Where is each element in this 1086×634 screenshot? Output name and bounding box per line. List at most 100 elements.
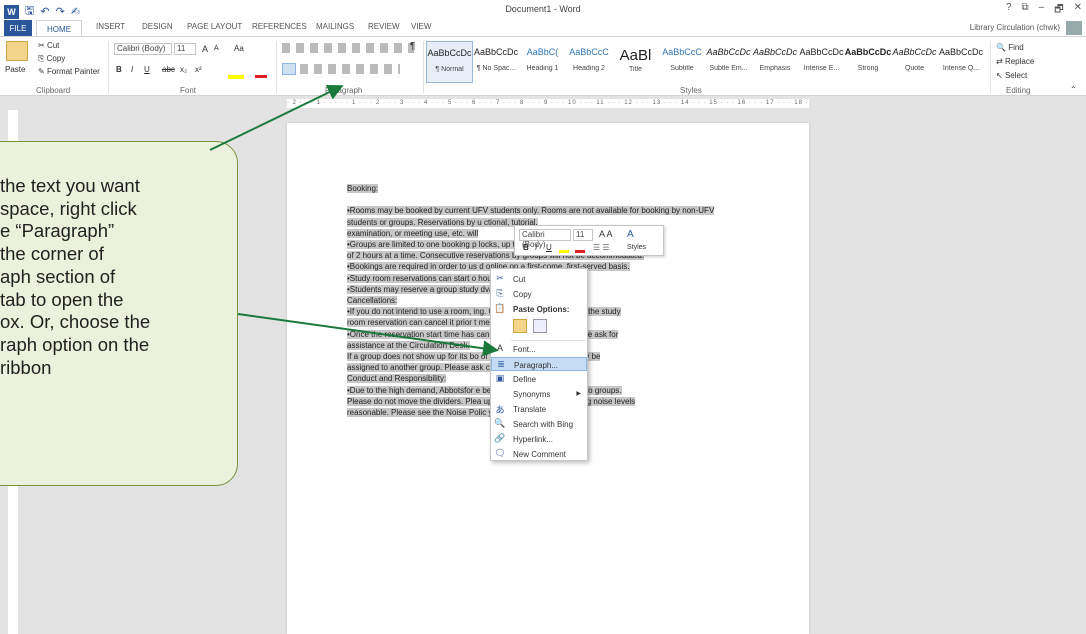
tab-home[interactable]: HOME	[36, 20, 82, 37]
mini-grow-font-button[interactable]: A A	[599, 229, 613, 239]
style-item[interactable]: AaBbCcC Subtitle	[659, 41, 706, 83]
style-item[interactable]: AaBbCcDc ¶ Normal	[426, 41, 473, 83]
keep-formatting-paste-icon[interactable]	[513, 319, 527, 333]
grow-font-button[interactable]: A	[202, 44, 208, 54]
tab-design[interactable]: DESIGN	[142, 22, 173, 31]
menu-item-search-with-bing[interactable]: 🔍 Search with Bing	[491, 417, 587, 431]
copy-button[interactable]: ⎘ Copy	[38, 54, 65, 64]
font-name-combo[interactable]: Calibri (Body)	[114, 43, 172, 55]
style-item[interactable]: AaBbCcDc Quote	[891, 41, 938, 83]
mini-italic-button[interactable]: I	[535, 243, 537, 252]
style-item[interactable]: AaBbC(Heading 1	[519, 41, 566, 83]
menu-item-font[interactable]: A Font...	[491, 342, 587, 356]
paragraph-group-label: Paragraph	[325, 86, 363, 95]
cut-button[interactable]: ✂ Cut	[38, 41, 59, 50]
paste-icon[interactable]	[6, 41, 28, 61]
replace-button[interactable]: ⇄ Replace	[996, 57, 1034, 66]
font-size-combo[interactable]: 11	[174, 43, 196, 55]
tab-view[interactable]: VIEW	[411, 22, 431, 31]
menu-item-define[interactable]: ▣ Define	[491, 372, 587, 386]
pilcrow-button[interactable]: ¶	[410, 41, 415, 52]
mini-size-combo[interactable]: 11	[573, 229, 593, 241]
menu-item-synonyms[interactable]: Synonyms ▶	[491, 387, 587, 401]
subscript-button[interactable]: x₂	[180, 65, 187, 74]
strikethrough-button[interactable]: abc	[162, 65, 175, 74]
mini-bullets-icon[interactable]: ☰ ☰	[593, 243, 610, 252]
superscript-button[interactable]: x²	[195, 65, 202, 74]
style-item[interactable]: AaBbCcC Heading 2	[566, 41, 613, 83]
font-color-icon[interactable]	[255, 75, 267, 78]
paragraph-icon: ≣	[497, 359, 505, 369]
style-name: Intense E...	[803, 65, 840, 72]
shrink-font-button[interactable]: A	[214, 45, 219, 52]
mini-font-color-icon[interactable]	[575, 250, 585, 253]
menu-item-cut[interactable]: ✂ Cut	[491, 272, 587, 286]
document-line[interactable]: Booking:	[347, 183, 749, 194]
help-button[interactable]: ?	[1006, 2, 1012, 19]
mini-font-combo[interactable]: Calibri (Body)	[519, 229, 571, 249]
tab-mailings[interactable]: MAILINGS	[316, 22, 354, 31]
style-item[interactable]: AaBbCcDc Intense Q...	[938, 41, 985, 83]
style-item[interactable]: AaBbCcDc Intense E...	[798, 41, 845, 83]
collapse-ribbon-icon[interactable]: ⌃	[1070, 85, 1077, 94]
paste-button[interactable]: Paste	[5, 65, 25, 74]
style-item[interactable]: AaBbCcDc ¶ No Spac...	[473, 41, 520, 83]
format-painter-button[interactable]: ✎ Format Painter	[38, 67, 100, 76]
style-item[interactable]: AaBbCcDc Emphasis	[752, 41, 799, 83]
find-button[interactable]: 🔍 Find	[996, 43, 1024, 52]
clipboard-icon: 📋	[494, 303, 506, 313]
mini-highlight-icon[interactable]	[559, 250, 569, 253]
document-line[interactable]	[347, 194, 749, 205]
mini-bold-button[interactable]: B	[523, 243, 529, 252]
style-name: ¶ No Spac...	[476, 65, 516, 72]
tab-insert[interactable]: INSERT	[96, 22, 125, 31]
menu-item-paragraph[interactable]: ≣ Paragraph...	[491, 357, 587, 371]
document-line[interactable]: •Rooms may be booked by current UFV stud…	[347, 205, 749, 216]
tab-review[interactable]: REVIEW	[368, 22, 400, 31]
callout-line: aph section of	[0, 265, 116, 287]
ribbon-tabs: FILE HOME INSERT DESIGN PAGE LAYOUT REFE…	[0, 20, 1086, 37]
paragraph-list-buttons[interactable]	[282, 43, 414, 53]
callout-line: e “Paragraph”	[0, 220, 115, 242]
style-name: ¶ Normal	[435, 66, 464, 73]
horizontal-ruler[interactable]: · 2 · · · 1 · · · · · 1 · · · 2 · · · 3 …	[0, 97, 1086, 109]
selected-text: Conduct and Responsibility:	[347, 374, 447, 384]
user-account[interactable]: Library Circulation (chwk)	[970, 23, 1060, 32]
underline-button[interactable]: U	[144, 65, 150, 74]
maximize-button[interactable]: 🗗	[1054, 2, 1063, 19]
style-item[interactable]: AaBbCcDc Strong	[845, 41, 892, 83]
mini-toolbar: Calibri (Body) 11 A A A B I U ☰ ☰ Styles	[514, 225, 664, 256]
ribbon-display-button[interactable]: ⧉	[1022, 2, 1029, 19]
style-item[interactable]: AaBbCcDc Subtle Em...	[705, 41, 752, 83]
callout-line: ox. Or, choose the	[0, 311, 151, 333]
tab-page-layout[interactable]: PAGE LAYOUT	[187, 22, 242, 31]
change-case-button[interactable]: Aa	[234, 44, 244, 53]
close-button[interactable]: ✕	[1074, 2, 1082, 19]
mini-styles-button[interactable]: Styles	[627, 244, 646, 251]
italic-button[interactable]: I	[131, 65, 133, 74]
style-sample: AaBbCcC	[569, 47, 609, 57]
minimize-button[interactable]: –	[1039, 2, 1045, 19]
align-left-button[interactable]	[282, 63, 296, 75]
avatar[interactable]	[1066, 21, 1082, 35]
keep-text-only-paste-icon[interactable]	[533, 319, 547, 333]
menu-item-translate[interactable]: あ Translate	[491, 402, 587, 416]
mini-underline-button[interactable]: U	[546, 243, 552, 252]
select-button[interactable]: ↖ Select	[996, 71, 1027, 80]
ribbon: Paste ✂ Cut ⎘ Copy ✎ Format Painter Clip…	[0, 36, 1086, 96]
menu-item-new-comment[interactable]: 🗨 New Comment	[491, 447, 587, 461]
highlight-color-icon[interactable]	[228, 75, 244, 79]
menu-item-hyperlink[interactable]: 🔗 Hyperlink...	[491, 432, 587, 446]
callout-line: tab to open the	[0, 288, 124, 310]
style-item[interactable]: AaBl Title	[612, 41, 659, 83]
mini-styles-icon[interactable]: A	[627, 229, 634, 240]
style-sample: AaBbCcDc	[844, 47, 892, 57]
style-name: Strong	[857, 65, 879, 72]
paragraph-align-buttons[interactable]	[300, 64, 400, 74]
menu-item-copy[interactable]: ⎘ Copy	[491, 287, 587, 301]
replace-icon: ⇄	[996, 57, 1005, 66]
menu-item-paste-options: 📋 Paste Options:	[494, 303, 570, 314]
tab-references[interactable]: REFERENCES	[252, 22, 307, 31]
tab-file[interactable]: FILE	[4, 20, 32, 36]
bold-button[interactable]: B	[116, 65, 122, 74]
